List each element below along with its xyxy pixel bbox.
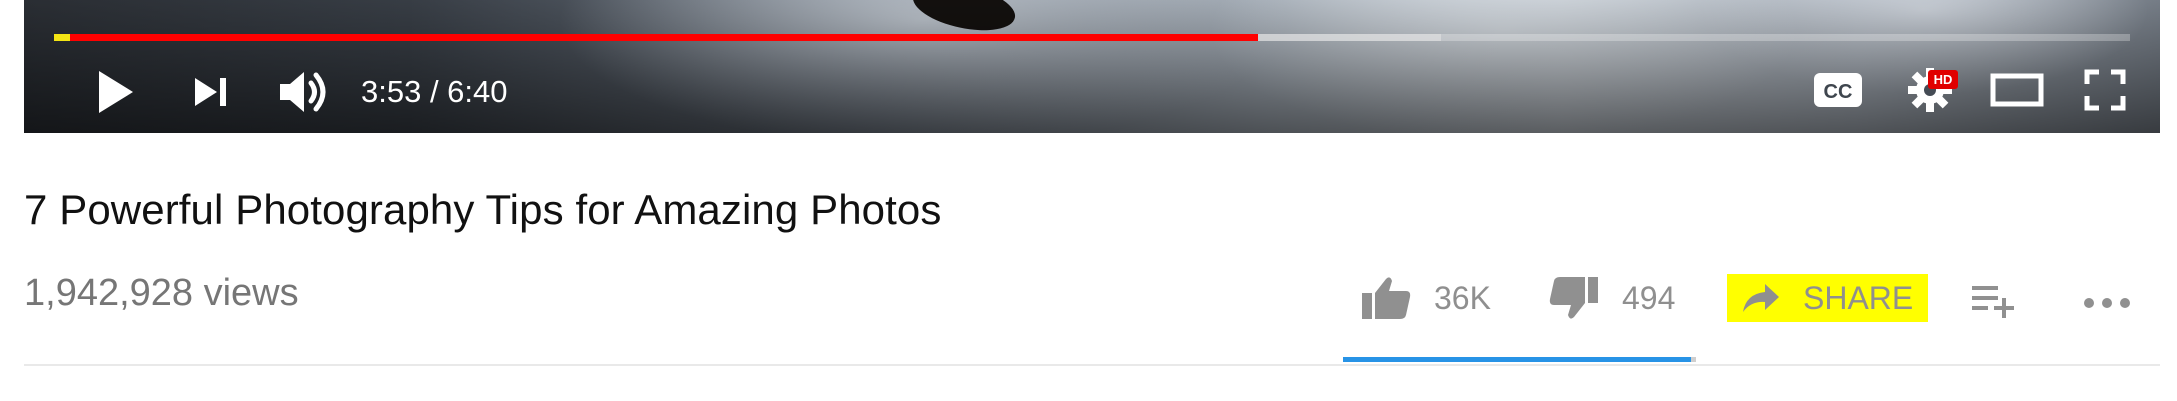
chapter-marker (54, 34, 70, 41)
share-label: SHARE (1803, 279, 1914, 316)
share-button[interactable]: SHARE (1727, 274, 1928, 322)
theater-mode-icon (1990, 73, 2044, 107)
progress-bar[interactable] (54, 34, 2130, 41)
volume-button[interactable] (274, 64, 334, 120)
thumbs-up-icon (1362, 277, 1411, 319)
sentiment-bar (1343, 357, 1696, 362)
more-horizontal-icon (2084, 298, 2130, 308)
video-player[interactable]: 3:53 / 6:40 CC HD (24, 0, 2160, 133)
thumbs-down-icon (1549, 277, 1598, 319)
progress-played (54, 34, 1259, 41)
add-to-playlist-button[interactable] (1970, 280, 2016, 320)
volume-icon (280, 72, 326, 112)
dislike-count: 494 (1622, 279, 1676, 316)
more-actions-button[interactable] (2082, 286, 2132, 320)
skip-next-icon (195, 78, 226, 106)
view-count: 1,942,928 views (24, 272, 299, 314)
play-icon (99, 71, 133, 113)
video-title: 7 Powerful Photography Tips for Amazing … (24, 186, 942, 233)
play-button[interactable] (90, 66, 140, 118)
svg-text:CC: CC (1824, 81, 1853, 103)
captions-button[interactable]: CC (1810, 68, 1866, 112)
fullscreen-button[interactable] (2078, 64, 2132, 116)
share-arrow-icon (1743, 284, 1779, 312)
time-display: 3:53 / 6:40 (361, 74, 508, 109)
dislike-button[interactable]: 494 (1548, 272, 1675, 324)
closed-captions-icon: CC (1814, 73, 1862, 107)
hd-badge: HD (1928, 70, 1958, 89)
theater-mode-button[interactable] (1987, 68, 2047, 112)
divider (24, 364, 2160, 366)
sentiment-like-fill (1343, 357, 1692, 362)
next-button[interactable] (189, 70, 233, 114)
like-count: 36K (1434, 279, 1491, 316)
fullscreen-icon (2084, 69, 2126, 111)
controls-gradient (24, 0, 2160, 133)
add-to-playlist-icon (1972, 286, 2014, 318)
like-button[interactable]: 36K (1360, 272, 1491, 324)
